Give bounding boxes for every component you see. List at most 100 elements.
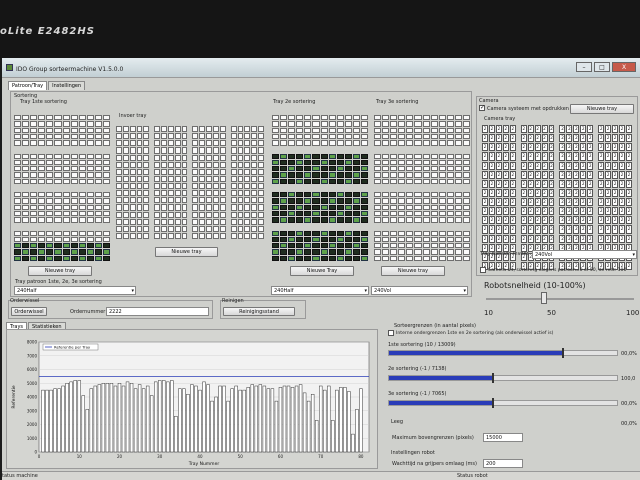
tray-cell[interactable] [272,243,280,249]
tray-cell[interactable] [251,218,258,225]
tray-cell[interactable]: 2 [495,188,502,197]
tray-cell[interactable] [406,204,414,210]
tray-cell[interactable] [374,249,382,255]
tray-cell[interactable]: 2 [520,234,527,243]
tray-cell[interactable]: 2 [502,234,509,243]
tray-cell[interactable] [344,172,352,178]
tray-cell[interactable] [46,115,54,121]
tray-cell[interactable]: 2 [527,198,534,207]
tray-cell[interactable] [446,249,454,255]
tray-cell[interactable] [86,255,94,261]
tray-cell[interactable]: 2 [612,161,619,170]
tray-cell[interactable] [454,133,462,140]
tray-cell[interactable] [406,127,414,133]
tray-cell[interactable] [86,243,94,249]
tray-cell[interactable] [206,197,213,204]
tray-cell[interactable] [167,161,174,168]
tray-cell[interactable] [230,218,237,225]
tray-cell[interactable] [304,166,312,172]
tray-cell[interactable] [46,255,54,261]
tray-cell[interactable] [14,127,22,133]
tray-cell[interactable] [181,175,188,182]
tray-cell[interactable] [70,159,78,166]
tray-cell[interactable] [288,133,296,140]
tray-cell[interactable] [14,159,22,166]
tray-cell[interactable]: 2 [520,179,527,188]
tray-cell[interactable] [390,217,398,223]
tray-cell[interactable] [304,230,312,236]
tray-cell[interactable] [422,133,430,140]
tray-cell[interactable] [374,121,382,127]
tray-cell[interactable] [143,197,150,204]
tray-cell[interactable] [462,178,470,184]
tray-cell[interactable] [78,192,86,198]
tray-cell[interactable] [154,161,161,168]
tray-cell[interactable] [398,115,406,121]
tray-cell[interactable] [102,210,110,217]
camera-nieuwe-tray-button[interactable]: Nieuwe tray [570,104,634,114]
tray-cell[interactable] [30,249,38,255]
tray-cell[interactable] [129,204,136,211]
tray-cell[interactable] [446,255,454,261]
tray-cell[interactable] [288,255,296,261]
tray-cell[interactable] [14,121,22,127]
tray-cell[interactable] [181,140,188,147]
tray-cell[interactable] [102,133,110,140]
tray-cell[interactable] [360,230,368,236]
tray-cell[interactable]: 2 [619,143,626,152]
tray-cell[interactable] [390,210,398,217]
tray-cell[interactable] [344,153,352,159]
tray-cell[interactable] [136,183,143,190]
tray-cell[interactable] [78,204,86,210]
tray-cell[interactable]: 2 [520,216,527,225]
tray-cell[interactable]: 2 [495,198,502,207]
tray-cell[interactable] [328,178,336,184]
tray-cell[interactable] [344,140,352,146]
tray-cell[interactable] [336,198,344,204]
tray-cell[interactable] [244,140,251,147]
tray-cell[interactable] [280,115,288,121]
tray-cell[interactable] [94,178,102,184]
tray-cell[interactable] [62,121,70,127]
tray-cell[interactable]: 2 [580,170,587,179]
tray-cell[interactable]: 2 [580,188,587,197]
tray-cell[interactable] [70,121,78,127]
tray-cell[interactable] [406,249,414,255]
tray-cell[interactable] [46,243,54,249]
tray-cell[interactable] [30,243,38,249]
tray-cell[interactable] [129,197,136,204]
tray-cell[interactable] [94,115,102,121]
tray-cell[interactable] [136,197,143,204]
tray-cell[interactable] [46,236,54,243]
tray-cell[interactable] [312,217,320,223]
tray-cell[interactable] [454,204,462,210]
tray-cell[interactable] [116,140,122,147]
tray-cell[interactable] [86,178,94,184]
tray-cell[interactable] [14,230,22,236]
tray-cell[interactable] [174,168,181,175]
tray-cell[interactable] [336,178,344,184]
camera-uit-checkbox[interactable] [480,267,486,273]
tray-cell[interactable] [414,115,422,121]
tray-cell[interactable] [272,198,280,204]
tray-cell[interactable]: 2 [573,179,580,188]
tray-cell[interactable]: 2 [559,234,566,243]
tray-cell[interactable] [462,204,470,210]
tray-cell[interactable]: 2 [619,207,626,216]
tray-cell[interactable] [94,236,102,243]
tray-cell[interactable] [406,243,414,249]
tray-cell[interactable] [430,166,438,172]
tray-cell[interactable]: 2 [619,225,626,234]
tray-cell[interactable] [328,159,336,166]
tray-cell[interactable] [129,161,136,168]
tray-cell[interactable] [38,166,46,172]
tray-cell[interactable] [86,217,94,223]
tray-cell[interactable] [213,204,219,211]
tray-cell[interactable]: 2 [482,234,488,243]
tray-cell[interactable]: 2 [605,225,612,234]
tray-cell[interactable] [143,154,150,161]
tray-cell[interactable]: 2 [612,152,619,161]
tray-cell[interactable] [272,178,280,184]
tray-cell[interactable] [320,204,328,210]
tray-cell[interactable] [14,133,22,140]
